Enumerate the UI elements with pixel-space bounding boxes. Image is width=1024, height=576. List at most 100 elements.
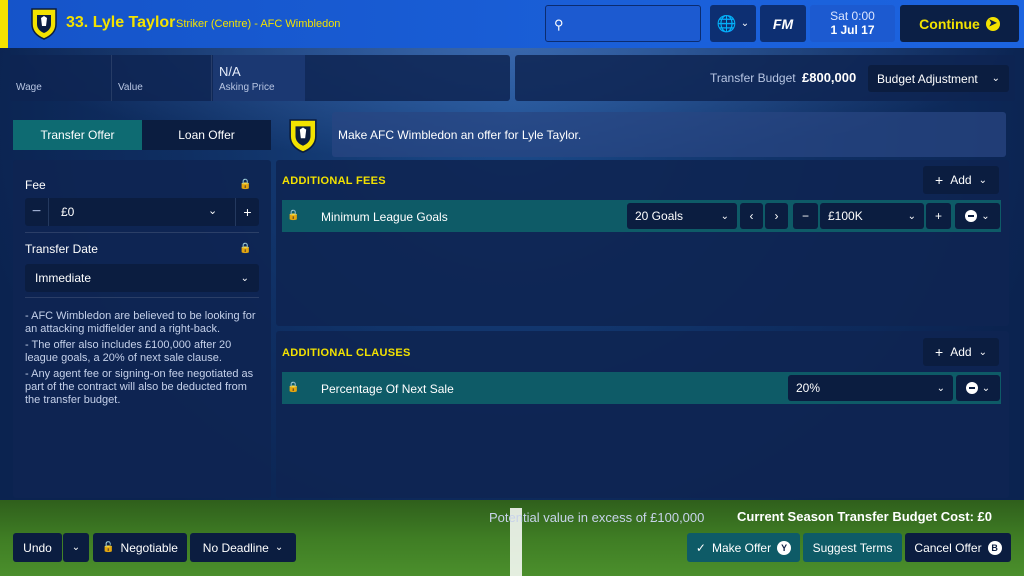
remove-icon xyxy=(965,210,978,222)
suggest-terms-button[interactable]: Suggest Terms xyxy=(803,533,902,562)
b-key-icon: B xyxy=(987,540,1002,555)
chevron-down-icon: ⌄ xyxy=(907,210,916,222)
search-input[interactable]: ⚲ xyxy=(545,5,701,42)
chevron-down-icon: ⌄ xyxy=(720,210,729,222)
search-icon: ⚲ xyxy=(554,17,564,32)
date-day: Sat 0:00 xyxy=(830,9,875,23)
afc-wimbledon-crest-icon[interactable] xyxy=(288,116,318,154)
chevron-down-icon: ⌄ xyxy=(981,382,991,394)
lock-icon[interactable]: 🔒 xyxy=(287,382,299,393)
wage-cell: Wage xyxy=(10,55,112,101)
negotiable-button[interactable]: 🔓 Negotiable xyxy=(93,533,187,562)
amount-decrease-button[interactable]: − xyxy=(793,203,818,229)
check-icon: ✓ xyxy=(695,540,706,555)
chevron-down-icon: ⌄ xyxy=(978,174,987,186)
fee-increase-button[interactable]: + xyxy=(235,198,259,226)
transfer-date-value: Immediate xyxy=(35,271,92,285)
percentage-dropdown[interactable]: 20% ⌄ xyxy=(788,375,953,401)
negotiable-label: Negotiable xyxy=(120,540,178,555)
tab-transfer-offer[interactable]: Transfer Offer xyxy=(13,120,142,150)
value-label: Value xyxy=(118,82,143,93)
divider xyxy=(25,232,259,233)
clause-row-label: Percentage Of Next Sale xyxy=(321,382,454,396)
cancel-offer-label: Cancel Offer xyxy=(914,540,982,555)
additional-clauses-title: ADDITIONAL CLAUSES xyxy=(282,347,411,359)
make-offer-label: Make Offer xyxy=(711,540,772,555)
fee-decrease-button[interactable]: − xyxy=(25,198,49,226)
chevron-down-icon: ⌄ xyxy=(978,346,987,358)
lock-icon[interactable]: 🔒 xyxy=(287,210,299,221)
arrow-right-icon: ➤ xyxy=(985,16,1000,31)
player-name[interactable]: 33. Lyle Taylor xyxy=(66,14,175,32)
additional-fees-panel: ADDITIONAL FEES + Add ⌄ 🔒 Minimum League… xyxy=(276,160,1009,326)
deadline-label: No Deadline xyxy=(202,540,269,555)
continue-label: Continue xyxy=(919,15,980,32)
budget-adjustment-dropdown[interactable]: Budget Adjustment ⌄ xyxy=(868,65,1009,92)
transfer-date-label: Transfer Date xyxy=(25,242,98,256)
undo-button[interactable]: Undo xyxy=(13,533,62,562)
world-menu-button[interactable]: 🌐 ⌄ xyxy=(710,5,756,42)
tab-loan-offer[interactable]: Loan Offer xyxy=(142,120,271,150)
fee-row-label: Minimum League Goals xyxy=(321,210,448,224)
remove-clause-button[interactable]: ⌄ xyxy=(956,375,1000,401)
goals-dropdown[interactable]: 20 Goals ⌄ xyxy=(627,203,737,229)
remove-icon xyxy=(965,382,978,394)
offer-details-panel: Fee 🔒 − £0 ⌄ + Transfer Date 🔒 Immediate… xyxy=(13,160,271,498)
player-subtitle[interactable]: Striker (Centre) - AFC Wimbledon xyxy=(176,18,340,30)
fee-value[interactable]: £0 xyxy=(61,205,74,219)
goals-value: 20 Goals xyxy=(635,209,684,223)
lock-icon: 🔓 xyxy=(102,542,115,553)
deadline-dropdown[interactable]: No Deadline ⌄ xyxy=(190,533,296,562)
plus-icon: + xyxy=(935,344,944,360)
chevron-down-icon: ⌄ xyxy=(240,272,249,284)
fee-label: Fee xyxy=(25,178,46,192)
transfer-budget-label: Transfer Budget xyxy=(710,71,796,85)
clause-row-next-sale: 🔒 Percentage Of Next Sale 20% ⌄ ⌄ xyxy=(282,372,1001,404)
divider xyxy=(25,297,259,298)
lock-icon[interactable]: 🔒 xyxy=(239,179,251,190)
asking-price-value: N/A xyxy=(219,64,241,79)
club-crest-icon[interactable] xyxy=(30,6,58,40)
globe-icon: 🌐 xyxy=(716,15,737,33)
amount-value: £100K xyxy=(828,209,863,223)
y-key-icon: Y xyxy=(777,540,792,555)
chevron-down-icon: ⌄ xyxy=(274,542,284,553)
asking-price-label: Asking Price xyxy=(219,82,275,93)
note-item: - The offer also includes £100,000 after… xyxy=(25,339,232,364)
additional-clauses-panel: ADDITIONAL CLAUSES + Add ⌄ 🔒 Percentage … xyxy=(276,331,1009,498)
remove-fee-button[interactable]: ⌄ xyxy=(955,203,1000,229)
add-fee-button[interactable]: + Add ⌄ xyxy=(923,166,999,194)
additional-fees-title: ADDITIONAL FEES xyxy=(282,175,386,187)
goals-previous-button[interactable]: ‹ xyxy=(740,203,763,229)
percentage-value: 20% xyxy=(796,381,821,395)
accent-stripe xyxy=(0,0,8,48)
asking-price-cell: N/A Asking Price xyxy=(213,55,305,101)
amount-dropdown[interactable]: £100K ⌄ xyxy=(820,203,924,229)
note-item: - AFC Wimbledon are believed to be looki… xyxy=(25,310,256,335)
budget-adjustment-label: Budget Adjustment xyxy=(877,71,978,86)
continue-button[interactable]: Continue ➤ xyxy=(900,5,1019,42)
fee-stepper[interactable]: − £0 ⌄ + xyxy=(25,198,259,226)
chevron-down-icon: ⌄ xyxy=(991,73,1000,84)
amount-increase-button[interactable]: + xyxy=(926,203,951,229)
cancel-offer-button[interactable]: Cancel Offer B xyxy=(905,533,1011,562)
goals-next-button[interactable]: › xyxy=(765,203,788,229)
budget-bar: Transfer Budget £800,000 Budget Adjustme… xyxy=(515,55,1015,101)
budget-cost-text: Current Season Transfer Budget Cost: £0 xyxy=(737,509,992,524)
offer-message-bar: Make AFC Wimbledon an offer for Lyle Tay… xyxy=(332,112,1006,157)
transfer-date-dropdown[interactable]: Immediate ⌄ xyxy=(25,264,259,292)
offer-message: Make AFC Wimbledon an offer for Lyle Tay… xyxy=(338,128,582,142)
transfer-budget-value: £800,000 xyxy=(802,70,857,85)
fm-menu-button[interactable]: FM xyxy=(760,5,806,42)
undo-menu-button[interactable]: ⌄ xyxy=(63,533,89,562)
date-display[interactable]: Sat 0:00 1 Jul 17 xyxy=(810,5,895,42)
chevron-down-icon[interactable]: ⌄ xyxy=(208,204,217,217)
offer-notes: - AFC Wimbledon are believed to be looki… xyxy=(25,310,261,410)
value-cell: Value xyxy=(112,55,212,101)
player-info-bar: Wage Value N/A Asking Price xyxy=(10,55,510,101)
lock-icon[interactable]: 🔒 xyxy=(239,243,251,254)
plus-icon: + xyxy=(935,172,944,188)
make-offer-button[interactable]: ✓ Make Offer Y xyxy=(687,533,800,562)
chevron-down-icon: ⌄ xyxy=(71,542,81,553)
add-clause-button[interactable]: + Add ⌄ xyxy=(923,338,999,366)
